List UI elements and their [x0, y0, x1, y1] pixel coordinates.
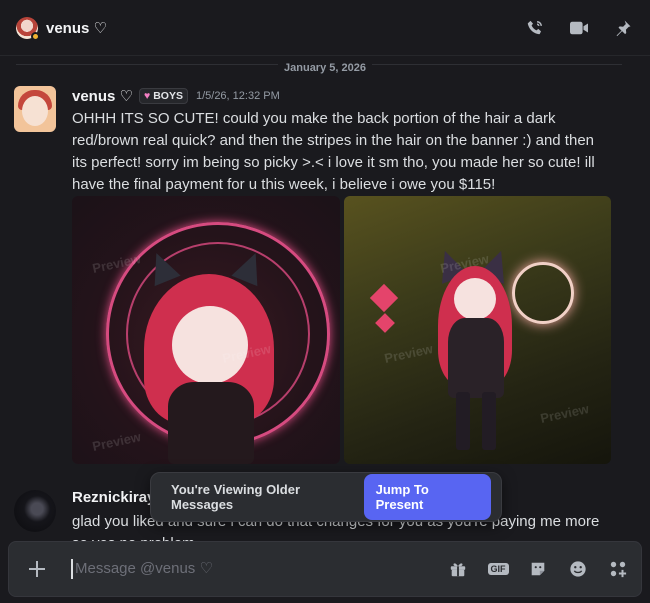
sticker-icon[interactable]: [527, 558, 549, 580]
message-input[interactable]: Message @venus ♡: [71, 559, 213, 579]
dm-header: venus ♡: [0, 0, 650, 56]
jump-to-present-button[interactable]: Jump To Present: [363, 474, 491, 520]
voice-call-icon[interactable]: [524, 17, 546, 39]
gift-icon[interactable]: [447, 558, 469, 580]
older-messages-banner: You're Viewing Older Messages Jump To Pr…: [150, 472, 502, 522]
heart-icon: ♥: [143, 90, 151, 102]
message-header: venus ♡ ♥ BOYS 1/5/26, 12:32 PM: [72, 86, 280, 106]
dm-name[interactable]: venus ♡: [46, 19, 107, 37]
pinned-icon[interactable]: [612, 17, 634, 39]
message-author[interactable]: Reznickiray: [72, 489, 155, 506]
image-attachment[interactable]: Preview Preview Preview: [72, 196, 340, 464]
status-idle-icon: [31, 31, 40, 41]
older-messages-text: You're Viewing Older Messages: [171, 482, 301, 512]
gif-label: GIF: [487, 563, 509, 575]
guild-tag-label: BOYS: [153, 90, 183, 102]
emoji-icon[interactable]: [567, 558, 589, 580]
image-attachment[interactable]: Preview Preview Preview: [344, 196, 611, 464]
watermark: Preview: [382, 341, 435, 366]
message-timestamp[interactable]: 1/5/26, 12:32 PM: [196, 90, 280, 102]
message-author[interactable]: venus ♡: [72, 87, 133, 105]
add-attachment-button[interactable]: [25, 557, 49, 581]
apps-icon[interactable]: [607, 558, 629, 580]
message-composer: Message @venus ♡ GIF: [8, 541, 642, 597]
dm-avatar[interactable]: [16, 16, 40, 41]
video-call-icon[interactable]: [568, 17, 590, 39]
gif-icon[interactable]: GIF: [487, 558, 509, 580]
watermark: Preview: [90, 429, 143, 454]
message-content: OHHH ITS SO CUTE! could you make the bac…: [72, 110, 595, 193]
date-divider: January 5, 2026: [278, 62, 372, 74]
avatar[interactable]: [14, 86, 56, 132]
watermark: Preview: [538, 401, 591, 426]
avatar[interactable]: [14, 490, 56, 532]
guild-tag-badge[interactable]: ♥ BOYS: [138, 88, 188, 104]
